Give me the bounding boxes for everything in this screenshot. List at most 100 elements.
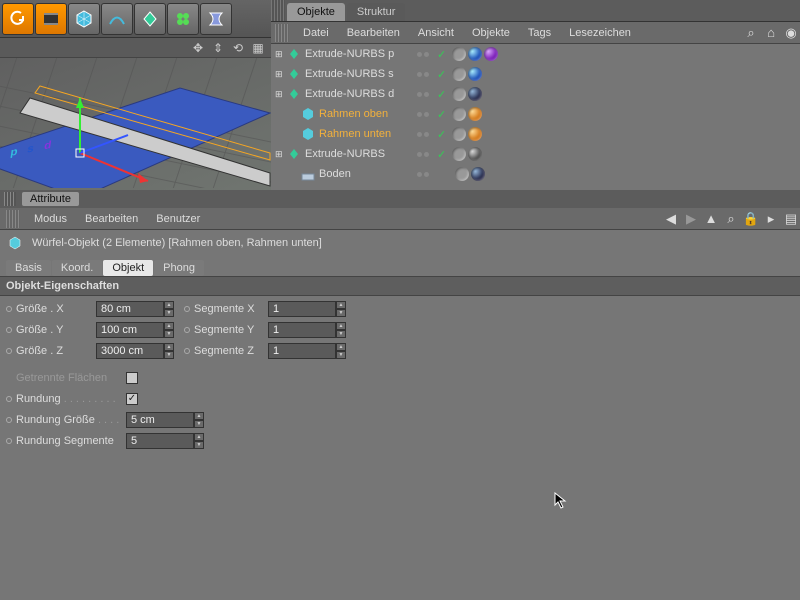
visibility-dots[interactable] bbox=[411, 92, 435, 97]
object-name[interactable]: Rahmen oben bbox=[319, 108, 388, 120]
eye-icon[interactable]: ◉ bbox=[783, 25, 799, 41]
check-icon[interactable]: ✓ bbox=[437, 108, 446, 121]
tree-row[interactable]: ⊞ Extrude-NURBS p ✓ bbox=[271, 44, 800, 64]
material-tag-icon[interactable] bbox=[484, 47, 498, 61]
view-rotate-icon[interactable]: ⟲ bbox=[231, 41, 245, 55]
tab-struktur[interactable]: Struktur bbox=[347, 3, 406, 21]
tree-row[interactable]: Rahmen oben ✓ bbox=[271, 104, 800, 124]
tool-undo[interactable] bbox=[2, 3, 34, 35]
search-icon[interactable]: ⌕ bbox=[723, 211, 739, 227]
phong-tag-icon[interactable] bbox=[452, 87, 466, 101]
menu-benutzer[interactable]: Benutzer bbox=[148, 211, 208, 227]
checkbox-separate-faces[interactable] bbox=[126, 372, 138, 384]
phong-tag-icon[interactable] bbox=[452, 107, 466, 121]
new-icon[interactable]: ▸ bbox=[763, 211, 779, 227]
check-icon[interactable]: ✓ bbox=[437, 128, 446, 141]
checkbox-rounding[interactable] bbox=[126, 393, 138, 405]
menu-bearbeiten-attr[interactable]: Bearbeiten bbox=[77, 211, 146, 227]
check-icon[interactable]: ✓ bbox=[437, 88, 446, 101]
input-seg-z[interactable] bbox=[268, 343, 336, 359]
view-move-icon[interactable]: ✥ bbox=[191, 41, 205, 55]
atab-basis[interactable]: Basis bbox=[6, 260, 51, 276]
spinner-rounding-seg[interactable]: ▲▼ bbox=[194, 433, 204, 449]
atab-koord[interactable]: Koord. bbox=[52, 260, 102, 276]
object-name[interactable]: Boden bbox=[319, 168, 351, 180]
grip-icon[interactable] bbox=[6, 210, 20, 228]
grip-icon[interactable] bbox=[271, 0, 285, 21]
object-name[interactable]: Extrude-NURBS s bbox=[305, 68, 394, 80]
phong-tag-icon[interactable] bbox=[452, 67, 466, 81]
object-name[interactable]: Extrude-NURBS d bbox=[305, 88, 394, 100]
tree-row[interactable]: ⊞ Extrude-NURBS ✓ bbox=[271, 144, 800, 164]
home-icon[interactable]: ⌂ bbox=[763, 25, 779, 41]
phong-tag-icon[interactable] bbox=[455, 167, 469, 181]
material-tag-icon[interactable] bbox=[468, 147, 482, 161]
atab-phong[interactable]: Phong bbox=[154, 260, 204, 276]
spinner-seg-z[interactable]: ▲▼ bbox=[336, 343, 346, 359]
check-icon[interactable]: ✓ bbox=[437, 68, 446, 81]
grip-icon[interactable] bbox=[4, 192, 16, 206]
input-rounding-size[interactable] bbox=[126, 412, 194, 428]
menu-ansicht[interactable]: Ansicht bbox=[410, 25, 462, 41]
material-tag-icon[interactable] bbox=[468, 47, 482, 61]
tool-array-icon[interactable] bbox=[167, 3, 199, 35]
visibility-dots[interactable] bbox=[411, 112, 435, 117]
input-rounding-seg[interactable] bbox=[126, 433, 194, 449]
expander-icon[interactable]: ⊞ bbox=[275, 149, 285, 160]
search-icon[interactable]: ⌕ bbox=[743, 25, 759, 41]
expander-icon[interactable]: ⊞ bbox=[275, 49, 285, 60]
view-zoom-icon[interactable]: ⇕ bbox=[211, 41, 225, 55]
material-tag-icon[interactable] bbox=[468, 107, 482, 121]
phong-tag-icon[interactable] bbox=[452, 147, 466, 161]
nav-up-icon[interactable]: ▲ bbox=[703, 211, 719, 227]
config-icon[interactable]: ▤ bbox=[783, 211, 799, 227]
check-icon[interactable]: ✓ bbox=[437, 48, 446, 61]
tool-deformer-icon[interactable] bbox=[200, 3, 232, 35]
object-tree[interactable]: ⊞ Extrude-NURBS p ✓ ⊞ Extrude-NURBS s ✓ ⊞ Extru… bbox=[271, 44, 800, 190]
menu-bearbeiten[interactable]: Bearbeiten bbox=[339, 25, 408, 41]
menu-lesezeichen[interactable]: Lesezeichen bbox=[561, 25, 639, 41]
material-tag-icon[interactable] bbox=[468, 87, 482, 101]
object-name[interactable]: Extrude-NURBS p bbox=[305, 48, 394, 60]
nav-next-icon[interactable]: ▶ bbox=[683, 211, 699, 227]
lock-icon[interactable]: 🔒 bbox=[743, 211, 759, 227]
nav-prev-icon[interactable]: ◀ bbox=[663, 211, 679, 227]
input-seg-y[interactable] bbox=[268, 322, 336, 338]
visibility-dots[interactable] bbox=[411, 152, 435, 157]
object-name[interactable]: Extrude-NURBS bbox=[305, 148, 385, 160]
atab-objekt[interactable]: Objekt bbox=[103, 260, 153, 276]
input-size-x[interactable] bbox=[96, 301, 164, 317]
menu-objekte[interactable]: Objekte bbox=[464, 25, 518, 41]
tool-nurbs-icon[interactable] bbox=[134, 3, 166, 35]
tree-row[interactable]: Boden bbox=[271, 164, 800, 184]
spinner-size-y[interactable]: ▲▼ bbox=[164, 322, 174, 338]
spinner-size-x[interactable]: ▲▼ bbox=[164, 301, 174, 317]
tree-row[interactable]: ⊞ Extrude-NURBS d ✓ bbox=[271, 84, 800, 104]
input-size-y[interactable] bbox=[96, 322, 164, 338]
expander-icon[interactable]: ⊞ bbox=[275, 89, 285, 100]
object-name[interactable]: Rahmen unten bbox=[319, 128, 391, 140]
menu-tags[interactable]: Tags bbox=[520, 25, 559, 41]
visibility-dots[interactable] bbox=[411, 172, 435, 177]
grip-icon[interactable] bbox=[275, 24, 289, 42]
expander-icon[interactable]: ⊞ bbox=[275, 69, 285, 80]
visibility-dots[interactable] bbox=[411, 52, 435, 57]
visibility-dots[interactable] bbox=[411, 132, 435, 137]
spinner-rounding-size[interactable]: ▲▼ bbox=[194, 412, 204, 428]
tree-row[interactable]: ⊞ Extrude-NURBS s ✓ bbox=[271, 64, 800, 84]
input-seg-x[interactable] bbox=[268, 301, 336, 317]
tree-row[interactable]: Rahmen unten ✓ bbox=[271, 124, 800, 144]
visibility-dots[interactable] bbox=[411, 72, 435, 77]
spinner-size-z[interactable]: ▲▼ bbox=[164, 343, 174, 359]
menu-modus[interactable]: Modus bbox=[26, 211, 75, 227]
tool-film-icon[interactable] bbox=[35, 3, 67, 35]
check-icon[interactable]: ✓ bbox=[437, 148, 446, 161]
3d-viewport[interactable]: p s d bbox=[0, 58, 271, 190]
material-tag-icon[interactable] bbox=[471, 167, 485, 181]
material-tag-icon[interactable] bbox=[468, 67, 482, 81]
tool-spline-icon[interactable] bbox=[101, 3, 133, 35]
phong-tag-icon[interactable] bbox=[452, 127, 466, 141]
view-layout-icon[interactable]: ▦ bbox=[251, 41, 265, 55]
menu-datei[interactable]: Datei bbox=[295, 25, 337, 41]
phong-tag-icon[interactable] bbox=[452, 47, 466, 61]
